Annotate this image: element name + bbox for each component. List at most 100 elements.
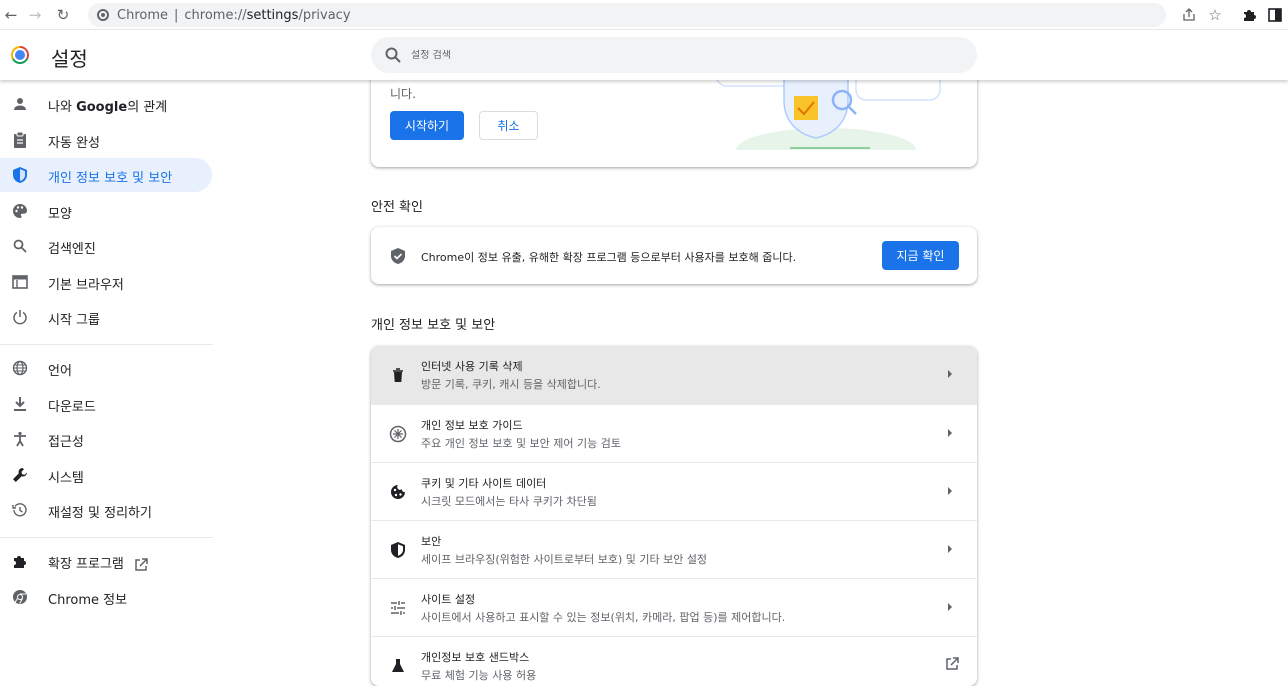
globe-icon [11,359,29,377]
privacy-guide-row[interactable]: 개인 정보 보호 가이드 주요 개인 정보 보호 및 보안 제어 기능 검토 [371,404,977,462]
sidebar-item-label: 시스템 [48,471,84,486]
shield-check-icon [391,248,405,264]
chevron-right-icon [948,429,952,437]
search-icon [11,237,29,255]
sidebar-item-default-browser[interactable]: 기본 브라우저 [0,265,212,299]
sidebar-item-label: 자동 완성 [48,136,100,151]
sidebar-item-system[interactable]: 시스템 [0,458,212,492]
bookmark-star-icon[interactable]: ☆ [1202,2,1228,28]
site-settings-row[interactable]: 사이트 설정 사이트에서 사용하고 표시할 수 있는 정보(위치, 카메라, 팝… [371,578,977,636]
start-button[interactable]: 시작하기 [390,111,464,140]
sidebar-item-on-startup[interactable]: 시작 그룹 [0,300,212,334]
sidebar-item-label: 접근성 [48,435,84,450]
row-subtitle: 시크릿 모드에서는 타사 쿠키가 차단됨 [421,495,597,508]
sidebar-item-label: 나와 Google의 관계 [48,100,168,115]
search-icon [385,47,401,63]
privacy-sandbox-row[interactable]: 개인정보 보호 샌드박스 무료 체험 기능 사용 허용 [371,636,977,686]
clipboard-icon [11,131,29,149]
chevron-right-icon [948,603,952,611]
main-content: 니다. 시작하기 취소 안전 확인 Chrome이 정보 유출, 유해한 확장 … [371,60,977,686]
safety-check-card: Chrome이 정보 유출, 유해한 확장 프로그램 등으로부터 사용자를 보호… [371,227,977,284]
sidebar-item-reset[interactable]: 재설정 및 정리하기 [0,493,212,527]
check-now-button[interactable]: 지금 확인 [882,241,959,270]
row-title: 사이트 설정 [421,593,476,606]
sidebar-item-extensions[interactable]: 확장 프로그램 [0,544,212,578]
sidebar-item-label: 언어 [48,364,72,379]
palette-icon [11,202,29,220]
settings-header: 설정 [0,30,1288,80]
sidebar-item-google[interactable]: 나와 Google의 관계 [0,87,212,121]
back-arrow-icon[interactable]: ← [0,4,22,26]
safety-check-heading: 안전 확인 [371,200,423,215]
row-subtitle: 사이트에서 사용하고 표시할 수 있는 정보(위치, 카메라, 팝업 등)를 제… [421,611,786,624]
browser-toolbar: ← → ↻ Chrome | chrome://settings/privacy… [0,0,1288,30]
extensions-puzzle-icon[interactable] [1236,2,1262,28]
safety-check-description: Chrome이 정보 유출, 유해한 확장 프로그램 등으로부터 사용자를 보호… [421,251,797,264]
privacy-security-heading: 개인 정보 보호 및 보안 [371,318,496,333]
sidebar-divider [0,344,213,345]
chrome-icon [11,588,29,606]
sidebar-item-languages[interactable]: 언어 [0,351,212,385]
row-title: 개인정보 보호 샌드박스 [421,651,530,664]
sidebar-item-label: 개인 정보 보호 및 보안 [48,171,173,186]
url-text[interactable]: chrome://settings/privacy [184,8,350,23]
address-bar[interactable]: Chrome | chrome://settings/privacy [88,3,1166,27]
security-row[interactable]: 보안 세이프 브라우징(위험한 사이트로부터 보호) 및 기타 보안 설정 [371,520,977,578]
forward-arrow-icon[interactable]: → [24,4,46,26]
sidebar-item-search-engine[interactable]: 검색엔진 [0,229,212,263]
clear-browsing-data-row[interactable]: 인터넷 사용 기록 삭제 방문 기록, 쿠키, 캐시 등을 삭제합니다. [371,346,977,404]
cancel-button[interactable]: 취소 [479,111,538,140]
wrench-icon [11,466,29,484]
sidebar-item-label: 확장 프로그램 [48,553,148,572]
sidebar-item-privacy[interactable]: 개인 정보 보호 및 보안 [0,158,212,192]
sidebar-item-about[interactable]: Chrome 정보 [0,580,212,614]
search-input[interactable] [411,49,911,61]
side-panel-icon[interactable] [1262,2,1288,28]
sidebar: 나와 Google의 관계 자동 완성 개인 정보 보호 및 보안 모양 검색엔… [0,80,213,667]
sidebar-item-appearance[interactable]: 모양 [0,194,212,228]
accessibility-icon [11,430,29,448]
chrome-site-icon [97,9,109,21]
trash-icon [388,365,408,385]
sidebar-item-autofill[interactable]: 자동 완성 [0,123,212,157]
tune-sliders-icon [388,598,408,618]
page-title: 설정 [51,47,88,71]
open-in-new-icon [135,557,148,571]
open-in-new-icon[interactable] [945,657,959,671]
promo-text: 니다. [390,87,416,101]
row-subtitle: 방문 기록, 쿠키, 캐시 등을 삭제합니다. [421,378,601,391]
sidebar-item-label: 시작 그룹 [48,313,100,328]
reload-icon[interactable]: ↻ [52,4,74,26]
browser-window-icon [11,273,29,291]
sidebar-item-label: 다운로드 [48,400,96,415]
sidebar-divider [0,537,213,538]
sidebar-item-label: 기본 브라우저 [48,278,124,293]
sidebar-item-label: 모양 [48,207,72,222]
site-info-chip[interactable]: Chrome [97,8,168,23]
row-subtitle: 무료 체험 기능 사용 허용 [421,669,537,682]
row-subtitle: 주요 개인 정보 보호 및 보안 제어 기능 검토 [421,437,622,450]
row-title: 인터넷 사용 기록 삭제 [421,360,523,373]
flask-icon [388,656,408,676]
row-title: 쿠키 및 기타 사이트 데이터 [421,477,547,490]
sidebar-item-accessibility[interactable]: 접근성 [0,422,212,456]
chevron-right-icon [948,487,952,495]
download-icon [11,395,29,413]
row-title: 개인 정보 보호 가이드 [421,419,523,432]
compass-icon [388,424,408,444]
person-icon [11,95,29,113]
share-icon[interactable] [1176,2,1202,28]
cookies-row[interactable]: 쿠키 및 기타 사이트 데이터 시크릿 모드에서는 타사 쿠키가 차단됨 [371,462,977,520]
site-chip-label: Chrome [117,7,168,23]
sidebar-item-downloads[interactable]: 다운로드 [0,387,212,421]
sidebar-item-label: 검색엔진 [48,242,96,257]
row-subtitle: 세이프 브라우징(위험한 사이트로부터 보호) 및 기타 보안 설정 [421,553,708,566]
cookie-icon [388,482,408,502]
settings-search-box[interactable] [371,37,977,73]
chevron-right-icon [948,370,952,378]
sidebar-item-label: 재설정 및 정리하기 [48,506,152,521]
power-icon [11,308,29,326]
row-title: 보안 [421,535,442,548]
shield-icon [11,166,29,184]
chrome-logo-icon [11,46,29,64]
